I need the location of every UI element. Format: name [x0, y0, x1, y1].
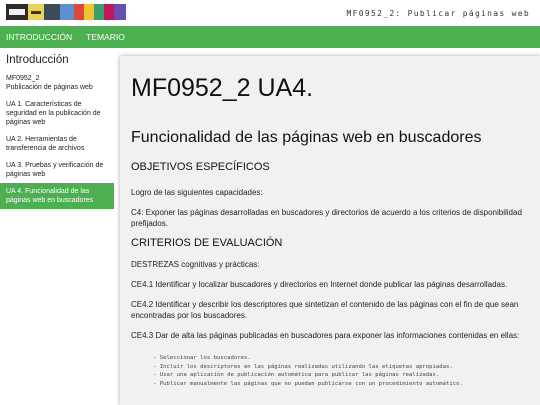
page-subtitle: Funcionalidad de las páginas web en busc…	[131, 129, 482, 146]
sidebar-item-ua2[interactable]: UA 2. Herramientas de transferencia de a…	[0, 131, 114, 157]
logro-text: Logro de las siguientes capacidades:	[131, 188, 263, 197]
main-navbar: INTRODUCCIÓN TEMARIO	[0, 26, 540, 48]
logo-block-purple	[114, 4, 126, 20]
ce43-text: CE4.3 Dar de alta las páginas publicadas…	[131, 331, 520, 340]
logo-block-magenta	[104, 4, 114, 20]
destrezas-text: DESTREZAS cognitivas y prácticas:	[131, 260, 260, 269]
list-item: Incluir los descriptores en las páginas …	[153, 363, 529, 372]
arrow-icon	[28, 4, 44, 20]
ce42-text: CE4.2 Identificar y describir los descri…	[131, 300, 519, 320]
logo-block-blue	[60, 4, 74, 20]
logo-block-green	[94, 4, 104, 20]
ce43-list: Seleccionar los buscadores. Incluir los …	[131, 354, 529, 388]
sidebar-item-ua1[interactable]: UA 1. Características de seguridad en la…	[0, 96, 114, 131]
objetivos-heading: OBJETIVOS ESPECÍFICOS	[131, 161, 270, 173]
sidebar-item-ua3[interactable]: UA 3. Pruebas y verificación de páginas …	[0, 157, 114, 183]
logo-block-yellow	[84, 4, 94, 20]
c4-text: C4: Exponer las páginas desarrolladas en…	[131, 208, 522, 228]
ce41-text: CE4.1 Identificar y localizar buscadores…	[131, 280, 508, 289]
site-logo[interactable]	[6, 4, 126, 20]
sidebar-item-mf0952[interactable]: MF0952_2 Publicación de páginas web	[0, 70, 114, 96]
logo-block-dark	[6, 4, 28, 20]
sidebar-title: Introducción	[6, 54, 69, 66]
list-item: Usar una aplicación de publicación autom…	[153, 371, 529, 380]
top-header: MF0952_2: Publicar páginas web	[0, 0, 540, 26]
content-card: MF0952_2 UA4. Funcionalidad de las págin…	[120, 56, 540, 405]
logo-block-slate	[44, 4, 60, 20]
sidebar-item-ua4[interactable]: UA 4. Funcionalidad de las páginas web e…	[0, 183, 114, 209]
page-title: MF0952_2 UA4.	[131, 74, 314, 102]
site-title: MF0952_2: Publicar páginas web	[346, 9, 530, 18]
list-item: Seleccionar los buscadores.	[153, 354, 529, 363]
criterios-heading: CRITERIOS DE EVALUACIÓN	[131, 237, 283, 249]
nav-temario[interactable]: TEMARIO	[86, 32, 125, 42]
logo-block-red	[74, 4, 84, 20]
sidebar: Introducción MF0952_2 Publicación de pág…	[0, 48, 114, 405]
nav-introduccion[interactable]: INTRODUCCIÓN	[6, 32, 72, 42]
list-item: Publicar manualmente las páginas que no …	[153, 380, 529, 389]
